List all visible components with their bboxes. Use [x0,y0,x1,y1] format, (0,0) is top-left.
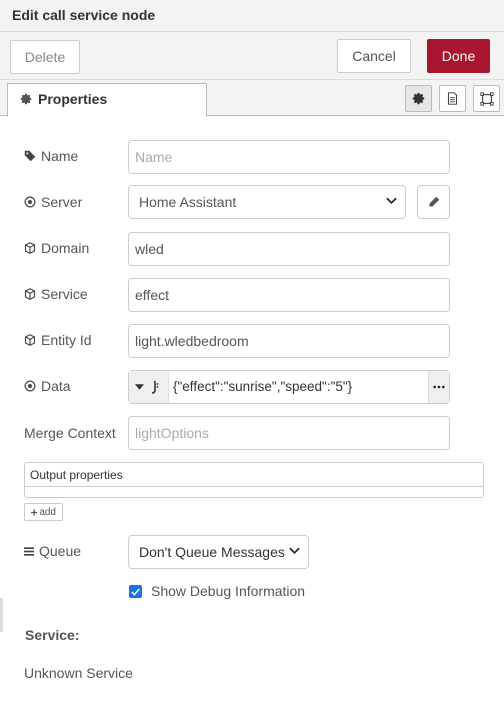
tab-properties-label: Properties [38,91,108,107]
data-typed-input[interactable]: {"effect":"sunrise","speed":"5"} [128,370,450,404]
name-input[interactable] [128,140,450,174]
data-type-selector[interactable] [129,371,169,403]
service-input[interactable] [128,278,450,312]
plus-icon [31,508,38,516]
dialog-title: Edit call service node [0,0,504,32]
service-info-value: Unknown Service [24,665,133,681]
add-output-property-button[interactable]: add [24,503,63,521]
output-properties-list: Output properties [24,462,484,498]
merge-context-input[interactable] [128,416,450,450]
data-expand-button[interactable] [428,371,449,403]
data-value: {"effect":"sunrise","speed":"5"} [173,379,353,394]
jsonata-icon [151,381,159,394]
cube-icon [24,288,36,300]
resize-handle[interactable] [0,598,3,632]
ellipsis-icon [433,385,445,389]
delete-button[interactable]: Delete [10,40,80,74]
cancel-button[interactable]: Cancel [337,39,411,73]
tab-description[interactable] [439,85,466,112]
server-select[interactable]: Home Assistant [128,185,406,219]
debug-checkbox[interactable] [129,585,142,598]
tab-properties[interactable]: Properties [7,83,207,117]
queue-label: Queue [24,543,81,559]
gear-icon [412,92,425,105]
domain-input[interactable] [128,232,450,266]
tabs-bar: Properties [0,80,504,117]
checkmark-icon [131,588,140,596]
entity-id-input[interactable] [128,324,450,358]
service-info-title: Service: [25,627,80,643]
target-icon [24,380,36,392]
tab-settings[interactable] [405,85,432,112]
gear-icon [20,93,32,105]
domain-label: Domain [24,240,89,256]
done-button[interactable]: Done [427,39,490,73]
output-properties-header: Output properties [25,463,483,487]
caret-down-icon [135,384,144,390]
data-label: Data [24,378,71,394]
chevron-down-icon [289,547,300,555]
service-label: Service [24,286,88,302]
edit-server-button[interactable] [417,185,450,219]
cube-icon [24,334,36,346]
frame-icon [479,91,494,106]
document-icon [447,92,458,105]
entity-id-label: Entity Id [24,332,92,348]
dialog-toolbar: Delete Cancel Done [0,32,504,80]
merge-context-label: Merge Context [24,425,116,441]
list-icon [24,546,34,556]
debug-checkbox-label[interactable]: Show Debug Information [151,583,305,599]
chevron-down-icon [386,197,397,205]
queue-select[interactable]: Don't Queue Messages [128,535,309,569]
target-icon [24,196,36,208]
name-label: Name [24,148,78,164]
cube-icon [24,242,36,254]
server-label: Server [24,194,82,210]
tag-icon [24,150,36,162]
tab-appearance[interactable] [473,85,500,112]
pencil-icon [429,196,439,207]
